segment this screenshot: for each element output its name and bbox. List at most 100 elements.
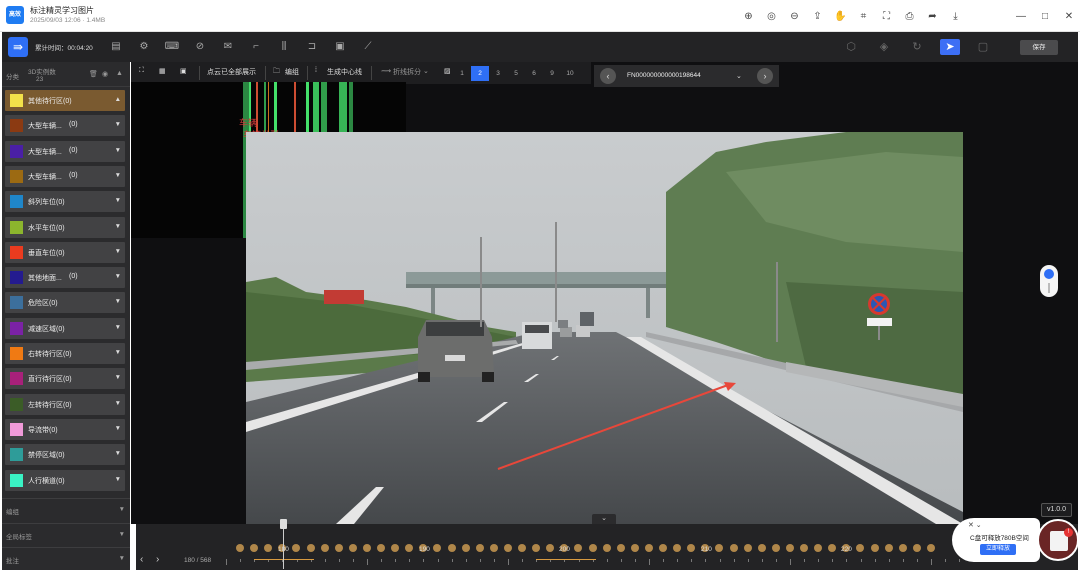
settings-icon[interactable]: ⚙	[136, 40, 152, 54]
frame-dot[interactable]	[630, 544, 639, 552]
forward-icon[interactable]: ➦	[925, 9, 940, 24]
category-item[interactable]: 垂直车位(0) ▼	[5, 241, 125, 263]
no-entry-icon[interactable]: ⊘	[192, 40, 208, 54]
timeline-handle[interactable]	[280, 519, 287, 529]
frame-timeline[interactable]: ‹ › 180 / 568 180190200210220	[136, 524, 1078, 570]
chevron-down-icon[interactable]: ▼	[115, 197, 121, 204]
timeline-prev-icon[interactable]: ‹	[140, 554, 143, 565]
frame-dot[interactable]	[574, 544, 583, 552]
image-icon[interactable]: ▣	[180, 67, 187, 75]
frame-dot[interactable]	[250, 544, 259, 552]
category-item[interactable]: 禁停区域(0) ▼	[5, 444, 125, 466]
chevron-up-icon[interactable]: ▲	[115, 96, 121, 103]
keyboard-icon[interactable]: ⌨	[164, 40, 180, 54]
category-item[interactable]: 减速区域(0) ▼	[5, 317, 125, 339]
next-frame-button[interactable]: ›	[757, 68, 773, 84]
frame-dot[interactable]	[870, 544, 879, 552]
frame-dot[interactable]	[588, 544, 597, 552]
frame-dot[interactable]	[391, 544, 400, 552]
frame-dot[interactable]	[898, 544, 907, 552]
section-global-tags[interactable]: 全局标签 ▼	[2, 523, 130, 545]
share-icon[interactable]: ⇪	[810, 9, 825, 24]
print-icon[interactable]: ⎙	[902, 9, 917, 24]
frame-dot[interactable]	[348, 544, 357, 552]
folder-icon[interactable]: 🗀	[273, 67, 280, 78]
center-line-button[interactable]: 生成中心线	[327, 67, 362, 77]
frame-dot[interactable]	[856, 544, 865, 552]
cube-icon[interactable]: ⬡	[841, 39, 861, 55]
frame-dot[interactable]	[546, 544, 555, 552]
frame-dot[interactable]	[757, 544, 766, 552]
frame-dot[interactable]	[673, 544, 682, 552]
pointer-icon[interactable]: ➤	[940, 39, 960, 55]
page-tab[interactable]: 6	[525, 66, 543, 81]
category-item[interactable]: 直行待行区(0) ▼	[5, 368, 125, 390]
frame-dot[interactable]	[292, 544, 301, 552]
chevron-down-icon[interactable]: ▼	[115, 298, 121, 305]
prev-frame-button[interactable]: ‹	[600, 68, 616, 84]
comment-icon[interactable]: ✉	[220, 40, 236, 54]
minimize-button[interactable]: —	[1016, 9, 1026, 24]
collapse-icon[interactable]: ▲	[116, 70, 123, 77]
chevron-down-icon[interactable]: ▼	[115, 324, 121, 331]
zoom-reset-icon[interactable]: ◎	[764, 9, 779, 24]
category-item[interactable]: 大型车辆... (0) ▼	[5, 165, 125, 187]
close-button[interactable]: ✕	[1064, 9, 1074, 24]
zoom-out-icon[interactable]: ⊖	[787, 9, 802, 24]
section-notes[interactable]: 批注 ▼	[2, 547, 130, 569]
frame-dot[interactable]	[814, 544, 823, 552]
split-button[interactable]: 折线拆分	[393, 67, 421, 77]
category-item[interactable]: 大型车辆... (0) ▼	[5, 140, 125, 162]
page-tab[interactable]: 9	[543, 66, 561, 81]
chevron-down-icon[interactable]: ▼	[115, 349, 121, 356]
frame-dot[interactable]	[433, 544, 442, 552]
chevron-down-icon[interactable]: ▼	[115, 248, 121, 255]
frame-dot[interactable]	[687, 544, 696, 552]
refresh-icon[interactable]: ↻	[907, 39, 927, 55]
show-all-button[interactable]: 点云已全部展示	[207, 67, 256, 77]
frame-dot[interactable]	[447, 544, 456, 552]
frame-dot[interactable]	[489, 544, 498, 552]
save-button[interactable]: 保存	[1020, 40, 1058, 55]
frame-dot[interactable]	[912, 544, 921, 552]
frame-dot[interactable]	[926, 544, 935, 552]
layout-icon[interactable]: ▣	[332, 40, 348, 54]
ruler-icon[interactable]: ⟋	[360, 40, 376, 54]
hand-icon[interactable]: ✋	[833, 9, 848, 24]
chart-icon[interactable]: ◈	[874, 39, 894, 55]
maximize-button[interactable]: □	[1040, 9, 1050, 24]
zoom-in-icon[interactable]: ⊕	[741, 9, 756, 24]
frame-dot[interactable]	[532, 544, 541, 552]
align-icon[interactable]: ⫼	[276, 40, 292, 54]
frame-dot[interactable]	[518, 544, 526, 552]
chevron-down-icon[interactable]: ▼	[115, 223, 121, 230]
frame-dot[interactable]	[503, 544, 512, 552]
page-tab[interactable]: 10	[561, 66, 579, 81]
corner-icon[interactable]: ⊐	[304, 40, 320, 54]
timeline-next-icon[interactable]: ›	[156, 554, 159, 565]
frame-dot[interactable]	[785, 544, 794, 552]
category-item[interactable]: 其他地面... (0) ▼	[5, 267, 125, 289]
frame-dot[interactable]	[729, 544, 738, 552]
chevron-down-icon[interactable]: ▼	[115, 476, 121, 483]
category-item[interactable]: 导流带(0) ▼	[5, 418, 125, 440]
photo-icon[interactable]: ▨	[444, 67, 451, 75]
close-icon[interactable]: ✕ ⌄	[968, 521, 982, 529]
category-item[interactable]: 水平车位(0) ▼	[5, 216, 125, 238]
frame-dot[interactable]	[884, 544, 893, 552]
category-item[interactable]: 大型车辆... (0) ▼	[5, 115, 125, 137]
file-icon[interactable]: ▤	[108, 40, 124, 54]
zoom-slider[interactable]	[1040, 265, 1058, 297]
page-tab[interactable]: 1	[453, 66, 471, 81]
category-item[interactable]: 左转待行区(0) ▼	[5, 393, 125, 415]
page-tab[interactable]: 5	[507, 66, 525, 81]
frame-dot[interactable]	[771, 544, 780, 552]
chevron-down-icon[interactable]: ▼	[115, 374, 121, 381]
fit-icon[interactable]: ⛶	[139, 67, 144, 75]
chevron-down-icon[interactable]: ⌄	[736, 72, 742, 80]
chevron-down-icon[interactable]: ▼	[115, 425, 121, 432]
chevron-down-icon[interactable]: ▼	[115, 273, 121, 280]
page-tab-active[interactable]: 2	[471, 66, 489, 81]
grid-icon[interactable]: ▦	[159, 67, 166, 75]
collapse-timeline-button[interactable]: ⌄	[592, 514, 616, 524]
